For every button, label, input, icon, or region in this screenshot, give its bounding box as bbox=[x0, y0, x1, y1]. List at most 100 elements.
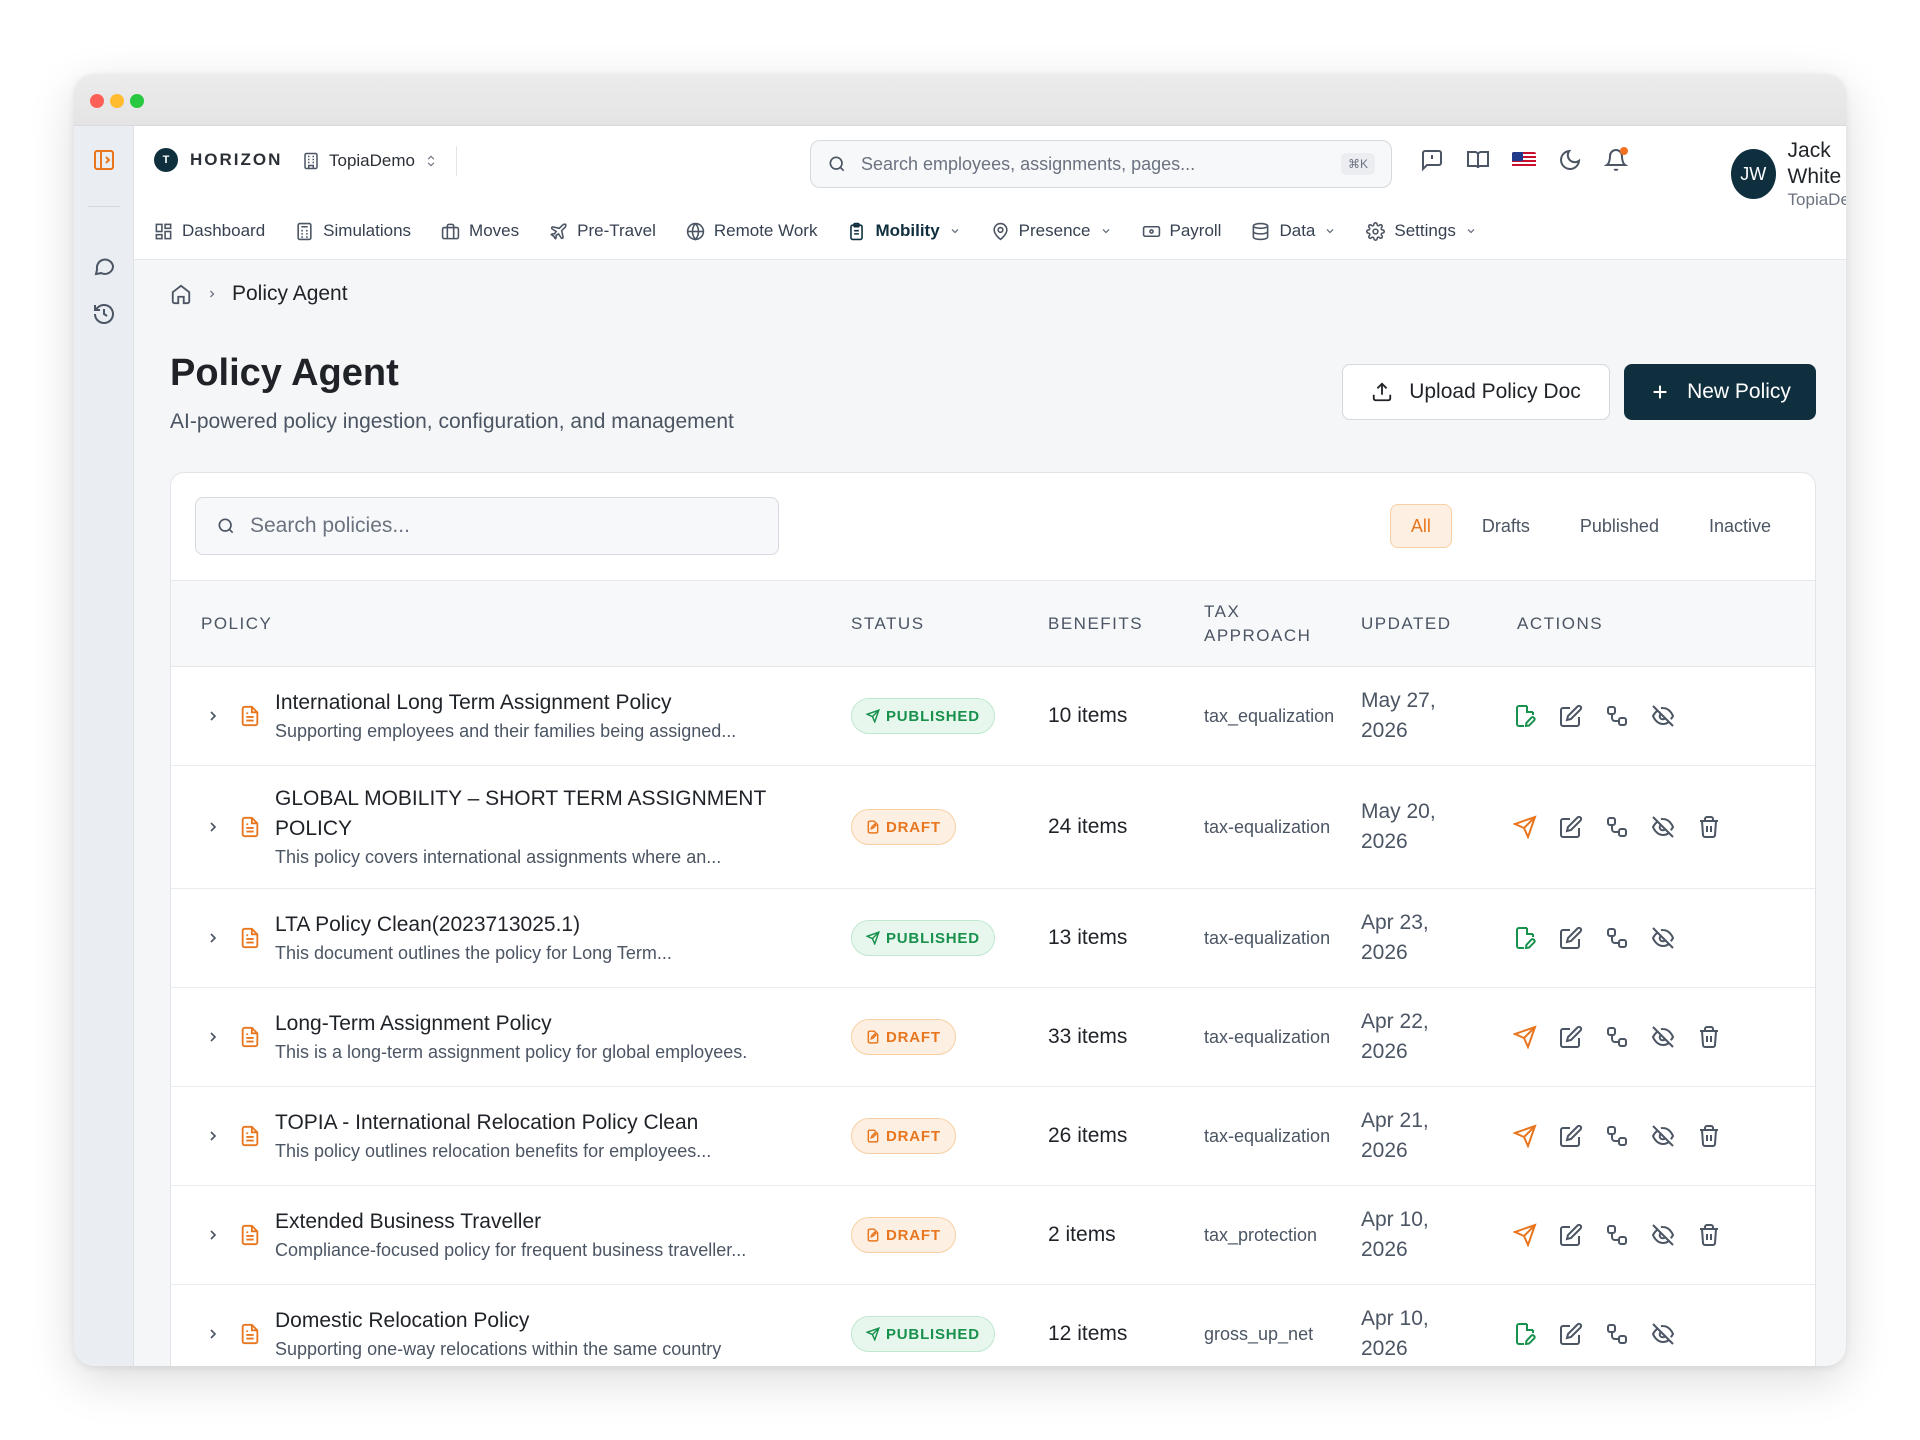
map-benefits-icon[interactable] bbox=[1605, 704, 1629, 728]
column-header-status[interactable]: STATUS bbox=[851, 581, 925, 667]
brand-logo[interactable]: T HORIZON bbox=[154, 148, 282, 172]
column-header-tax-approach[interactable]: TAX APPROACH bbox=[1204, 581, 1311, 667]
nav-item-payroll[interactable]: Payroll bbox=[1142, 221, 1221, 241]
deactivate-eye-off-icon[interactable] bbox=[1651, 1124, 1675, 1148]
delete-trash-icon[interactable] bbox=[1697, 1124, 1721, 1148]
global-search[interactable]: ⌘K bbox=[810, 140, 1392, 188]
delete-trash-icon[interactable] bbox=[1697, 1025, 1721, 1049]
home-icon[interactable] bbox=[170, 283, 192, 305]
column-header-benefits[interactable]: BENEFITS bbox=[1048, 581, 1143, 667]
history-icon[interactable] bbox=[92, 302, 116, 326]
nav-item-pre-travel[interactable]: Pre-Travel bbox=[549, 221, 656, 241]
policy-name[interactable]: International Long Term Assignment Polic… bbox=[275, 688, 672, 718]
deactivate-eye-off-icon[interactable] bbox=[1651, 926, 1675, 950]
edit-icon[interactable] bbox=[1559, 1124, 1583, 1148]
expand-row-chevron-icon[interactable] bbox=[205, 1087, 221, 1185]
column-header-policy[interactable]: POLICY bbox=[201, 581, 272, 667]
policy-name-line2[interactable]: POLICY bbox=[275, 814, 352, 844]
table-row[interactable]: GLOBAL MOBILITY – SHORT TERM ASSIGNMENT … bbox=[171, 766, 1815, 889]
tab-published[interactable]: Published bbox=[1560, 504, 1679, 548]
edit-icon[interactable] bbox=[1559, 1322, 1583, 1346]
docs-book-icon[interactable] bbox=[1466, 148, 1490, 172]
sidebar-toggle-icon[interactable] bbox=[92, 148, 116, 172]
expand-row-chevron-icon[interactable] bbox=[205, 988, 221, 1086]
nav-item-dashboard[interactable]: Dashboard bbox=[154, 221, 265, 241]
nav-item-presence[interactable]: Presence bbox=[991, 221, 1112, 241]
tab-all[interactable]: All bbox=[1389, 504, 1452, 548]
expand-row-chevron-icon[interactable] bbox=[205, 1285, 221, 1366]
expand-row-chevron-icon[interactable] bbox=[205, 889, 221, 987]
notifications-bell-icon[interactable] bbox=[1604, 147, 1628, 172]
policy-name[interactable]: GLOBAL MOBILITY – SHORT TERM ASSIGNMENT bbox=[275, 784, 766, 814]
nav-item-settings[interactable]: Settings bbox=[1366, 221, 1476, 241]
user-menu[interactable]: JW Jack White TopiaDemo bbox=[1731, 138, 1846, 210]
column-header-updated[interactable]: UPDATED bbox=[1361, 581, 1451, 667]
nav-item-remote-work[interactable]: Remote Work bbox=[686, 221, 817, 241]
edit-icon[interactable] bbox=[1559, 704, 1583, 728]
map-benefits-icon[interactable] bbox=[1605, 1025, 1629, 1049]
publish-send-icon[interactable] bbox=[1513, 1223, 1537, 1247]
table-row[interactable]: Extended Business Traveller Compliance-f… bbox=[171, 1186, 1815, 1285]
edit-icon[interactable] bbox=[1559, 1223, 1583, 1247]
policy-search-input[interactable] bbox=[250, 514, 758, 538]
minimize-window-button[interactable] bbox=[110, 94, 124, 108]
deactivate-eye-off-icon[interactable] bbox=[1651, 1322, 1675, 1346]
map-benefits-icon[interactable] bbox=[1605, 1124, 1629, 1148]
policy-name[interactable]: Domestic Relocation Policy bbox=[275, 1306, 529, 1336]
table-row[interactable]: International Long Term Assignment Polic… bbox=[171, 667, 1815, 766]
expand-row-chevron-icon[interactable] bbox=[205, 1186, 221, 1284]
expand-row-chevron-icon[interactable] bbox=[205, 667, 221, 765]
map-benefits-icon[interactable] bbox=[1605, 815, 1629, 839]
us-flag-icon[interactable] bbox=[1512, 148, 1536, 172]
tax-approach: tax-equalization bbox=[1204, 1026, 1331, 1047]
map-benefits-icon[interactable] bbox=[1605, 1322, 1629, 1346]
deactivate-eye-off-icon[interactable] bbox=[1651, 815, 1675, 839]
table-row[interactable]: TOPIA - International Relocation Policy … bbox=[171, 1087, 1815, 1186]
building-icon bbox=[304, 152, 318, 170]
publish-send-icon[interactable] bbox=[1513, 1025, 1537, 1049]
edit-icon[interactable] bbox=[1559, 926, 1583, 950]
nav-item-moves[interactable]: Moves bbox=[441, 221, 519, 241]
table-row[interactable]: Domestic Relocation Policy Supporting on… bbox=[171, 1285, 1815, 1366]
expand-row-chevron-icon[interactable] bbox=[205, 766, 221, 888]
table-row[interactable]: LTA Policy Clean(2023713025.1) This docu… bbox=[171, 889, 1815, 988]
publish-send-icon[interactable] bbox=[1513, 815, 1537, 839]
delete-trash-icon[interactable] bbox=[1697, 1223, 1721, 1247]
tab-inactive[interactable]: Inactive bbox=[1689, 504, 1791, 548]
chat-icon[interactable] bbox=[92, 254, 116, 278]
edit-icon[interactable] bbox=[1559, 1025, 1583, 1049]
deactivate-eye-off-icon[interactable] bbox=[1651, 1025, 1675, 1049]
publish-doc-icon[interactable] bbox=[1513, 1322, 1537, 1346]
policy-description: This document outlines the policy for Lo… bbox=[275, 943, 672, 963]
upload-policy-doc-button[interactable]: Upload Policy Doc bbox=[1342, 364, 1610, 420]
org-selector[interactable]: TopiaDemo bbox=[302, 146, 457, 176]
policy-name[interactable]: TOPIA - International Relocation Policy … bbox=[275, 1108, 698, 1138]
nav-item-simulations[interactable]: Simulations bbox=[295, 221, 411, 241]
map-benefits-icon[interactable] bbox=[1605, 1223, 1629, 1247]
status-badge-icon bbox=[866, 931, 880, 945]
map-benefits-icon[interactable] bbox=[1605, 926, 1629, 950]
publish-doc-icon[interactable] bbox=[1513, 926, 1537, 950]
deactivate-eye-off-icon[interactable] bbox=[1651, 1223, 1675, 1247]
publish-send-icon[interactable] bbox=[1513, 1124, 1537, 1148]
publish-doc-icon[interactable] bbox=[1513, 704, 1537, 728]
policy-search[interactable] bbox=[195, 497, 779, 555]
new-policy-button[interactable]: New Policy bbox=[1624, 364, 1816, 420]
tab-drafts[interactable]: Drafts bbox=[1462, 504, 1550, 548]
table-row[interactable]: Long-Term Assignment Policy This is a lo… bbox=[171, 988, 1815, 1087]
close-window-button[interactable] bbox=[90, 94, 104, 108]
nav-item-mobility[interactable]: Mobility bbox=[847, 221, 960, 241]
policy-name[interactable]: LTA Policy Clean(2023713025.1) bbox=[275, 910, 580, 940]
dark-mode-moon-icon[interactable] bbox=[1558, 148, 1582, 172]
feedback-icon[interactable] bbox=[1420, 148, 1444, 172]
maximize-window-button[interactable] bbox=[130, 94, 144, 108]
policy-cell: Domestic Relocation Policy Supporting on… bbox=[275, 1285, 795, 1366]
nav-item-data[interactable]: Data bbox=[1251, 221, 1336, 241]
policy-name[interactable]: Long-Term Assignment Policy bbox=[275, 1009, 552, 1039]
edit-icon[interactable] bbox=[1559, 815, 1583, 839]
deactivate-eye-off-icon[interactable] bbox=[1651, 704, 1675, 728]
delete-trash-icon[interactable] bbox=[1697, 815, 1721, 839]
global-search-input[interactable] bbox=[861, 153, 1327, 175]
policy-name[interactable]: Extended Business Traveller bbox=[275, 1207, 541, 1237]
status-cell: DRAFT bbox=[851, 1186, 956, 1284]
